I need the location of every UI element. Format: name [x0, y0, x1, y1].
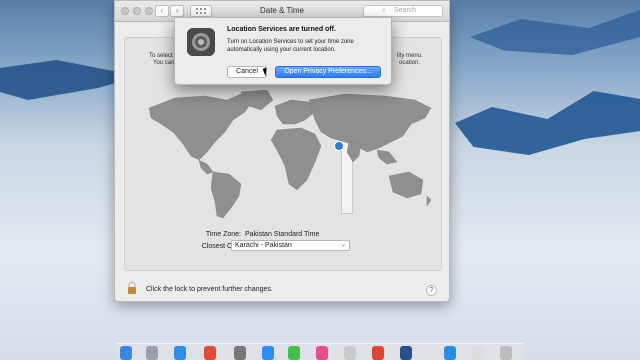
cancel-button[interactable]: Cancel — [227, 66, 267, 78]
instruction-text: ocation. — [399, 60, 421, 66]
messages-icon[interactable] — [288, 346, 300, 360]
africa — [270, 127, 322, 191]
dock — [116, 343, 524, 360]
instruction-text: To select — [149, 53, 173, 59]
ice-shape — [455, 91, 640, 155]
safari2-icon[interactable] — [444, 346, 456, 360]
search-icon: ⌕ — [382, 7, 386, 14]
alert-message: Turn on Location Services to set your ti… — [227, 39, 354, 53]
appstore2-icon[interactable] — [400, 346, 412, 360]
lock-icon[interactable] — [127, 281, 137, 295]
instruction-text: lity menu. — [397, 53, 423, 59]
instruction-text: You can — [153, 60, 175, 66]
search-placeholder: Search — [394, 7, 417, 14]
asia — [308, 93, 432, 153]
print-icon[interactable] — [472, 346, 484, 360]
europe — [274, 99, 316, 125]
itunes-icon[interactable] — [316, 346, 328, 360]
alert-title: Location Services are turned off. — [227, 26, 336, 33]
south-america — [210, 171, 242, 219]
trash-icon[interactable] — [500, 346, 512, 360]
time-zone-value: Pakistan Standard Time — [245, 231, 320, 238]
safari-icon[interactable] — [174, 346, 186, 360]
closest-city-label: Closest City: — [201, 243, 241, 250]
help-icon: ? — [429, 287, 434, 294]
southeast-asia — [376, 149, 398, 165]
appstore-icon[interactable] — [262, 346, 274, 360]
launchpad-icon[interactable] — [146, 346, 158, 360]
north-america — [148, 93, 254, 161]
central-america — [198, 159, 214, 175]
new-zealand — [426, 195, 432, 207]
location-services-alert: Location Services are turned off. Turn o… — [174, 17, 392, 85]
search-field[interactable]: ⌕ Search — [363, 5, 443, 17]
gear-icon — [187, 28, 215, 56]
chrome-icon[interactable] — [372, 346, 384, 360]
closest-city-select[interactable]: Karachi - Pakistan ⌄ — [231, 240, 350, 251]
help-button[interactable]: ? — [426, 285, 437, 296]
photos-icon[interactable] — [344, 346, 356, 360]
ice-shape — [470, 10, 640, 55]
lock-text: Click the lock to prevent further change… — [146, 286, 273, 293]
australia — [388, 171, 424, 199]
chevron-down-icon: ⌄ — [340, 242, 346, 248]
open-privacy-preferences-button[interactable]: Open Privacy Preferences... — [275, 66, 381, 78]
preferences-icon[interactable] — [234, 346, 246, 360]
closest-city-value: Karachi - Pakistan — [235, 242, 292, 249]
location-pin-icon[interactable] — [334, 141, 344, 151]
time-zone-label: Time Zone: — [205, 231, 241, 238]
calendar-icon[interactable] — [204, 346, 216, 360]
india — [346, 141, 362, 163]
world-map[interactable] — [145, 90, 435, 220]
finder-icon[interactable] — [120, 346, 132, 360]
